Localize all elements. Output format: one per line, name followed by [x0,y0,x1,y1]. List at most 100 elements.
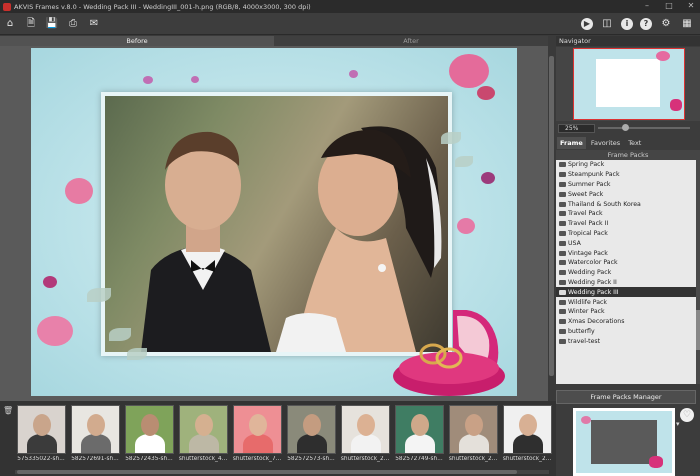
thumbnail-image[interactable] [340,405,390,454]
frame-pack-item[interactable]: Wedding Pack II [556,278,696,288]
frame-pack-item[interactable]: Watercolor Pack [556,258,696,268]
frame-pack-item[interactable]: Wedding Pack III [556,287,696,298]
compare-icon[interactable]: ◫ [600,17,614,31]
tab-before[interactable]: Before [0,36,274,46]
frame-pack-item[interactable]: Vintage Pack [556,248,696,258]
close-icon[interactable]: ✕ [684,1,698,11]
trash-icon[interactable]: 🗑 [3,406,13,415]
zoom-slider-knob[interactable] [622,124,629,131]
thumbnail-image[interactable] [16,405,66,454]
image-canvas[interactable] [0,46,548,401]
folder-icon [559,309,566,315]
folder-icon [559,162,566,168]
folder-icon [559,289,566,295]
share-icon[interactable]: ✉ [87,17,101,31]
help-icon[interactable]: ? [640,18,652,30]
thumbnail-image[interactable] [70,405,120,454]
frame-pack-item[interactable]: travel-test [556,336,696,346]
frame-pack-label: Travel Pack [568,210,603,218]
frame-pack-label: Sweet Pack [568,190,604,198]
filmstrip-thumbnail[interactable]: 575335022-sh... [15,405,67,462]
ring-box [393,310,505,396]
folder-icon [559,299,566,305]
thumbnail-image[interactable] [124,405,174,454]
run-icon[interactable]: ▶ [581,18,593,30]
frame-preview[interactable] [573,408,675,476]
frame-pack-item[interactable]: Travel Pack II [556,219,696,229]
zoom-slider[interactable] [598,124,690,131]
folder-icon [559,221,566,227]
thumbnail-label: shutterstock_7... [232,456,282,462]
thumbnail-image[interactable] [502,405,552,454]
settings-icon[interactable]: ⚙ [659,17,673,31]
thumbnail-label: shutterstock_2... [340,456,390,462]
app-window: AKVIS Frames v.8.0 - Wedding Pack III - … [0,0,700,476]
filmstrip-thumbnail[interactable]: shutterstock_4... [177,405,229,462]
thumbnail-label: shutterstock_4... [178,456,228,462]
frame-packs-header: Frame Packs [556,150,700,160]
tab-after[interactable]: After [274,36,548,46]
frame-packs-scrollbar[interactable] [696,160,700,384]
frame-pack-item[interactable]: Xmas Decorations [556,317,696,327]
tab-favorites[interactable]: Favorites [588,137,623,149]
frame-pack-item[interactable]: Winter Pack [556,307,696,317]
navigator-box[interactable] [556,47,700,121]
frame-pack-item[interactable]: Tropical Pack [556,229,696,239]
navigator-thumbnail[interactable] [573,48,685,120]
tab-text[interactable]: Text [625,137,644,149]
save-file-icon[interactable]: 💾 [45,17,59,31]
canvas-scrollbar[interactable] [548,36,555,401]
frame-packs-manager-button[interactable]: Frame Packs Manager [556,390,696,404]
zoom-row: 25% [556,122,700,134]
frame-pack-item[interactable]: Wedding Pack [556,268,696,278]
flower [65,178,93,204]
filmstrip-scrollbar[interactable] [15,470,549,474]
thumbnail-image[interactable] [394,405,444,454]
filmstrip-thumbnail[interactable]: 582572573-sh... [285,405,337,462]
title-bar: AKVIS Frames v.8.0 - Wedding Pack III - … [0,0,700,13]
tab-frame[interactable]: Frame [557,137,586,149]
folder-icon [559,338,566,344]
thumbnail-image[interactable] [448,405,498,454]
leaf [127,348,147,360]
frame-pack-label: Xmas Decorations [568,318,625,326]
filmstrip-thumbnail[interactable]: shutterstock_2... [501,405,553,462]
frame-pack-label: Wedding Pack [568,269,612,277]
folder-icon [559,181,566,187]
frame-packs-list[interactable]: Spring Pack Steampunk Pack Summer Pack Swee… [556,160,696,384]
thumbnail-image[interactable] [232,405,282,454]
print-icon[interactable]: ⎙ [66,17,80,31]
thumbnail-image[interactable] [178,405,228,454]
thumbnail-image[interactable] [286,405,336,454]
chevron-down-icon[interactable]: ▾ [676,420,680,428]
frame-pack-item[interactable]: Sweet Pack [556,189,696,199]
frame-pack-item[interactable]: Summer Pack [556,180,696,190]
minimize-icon[interactable]: – [640,1,654,11]
home-icon[interactable]: ⌂ [3,17,17,31]
frame-pack-item[interactable]: Wildlife Pack [556,297,696,307]
filmstrip-thumbnail[interactable]: 582572435-sh... [123,405,175,462]
zoom-select[interactable]: 25% [558,123,595,133]
frame-pack-label: USA [568,239,581,247]
grid-icon[interactable]: ▦ [680,17,694,31]
filmstrip-thumbnail[interactable]: shutterstock_2... [339,405,391,462]
filmstrip-thumbnail[interactable]: 582572749-sh... [393,405,445,462]
info-icon[interactable]: i [621,18,633,30]
filmstrip-thumbnail[interactable]: 582572691-sh... [69,405,121,462]
maximize-icon[interactable]: □ [662,1,676,11]
filmstrip-thumbnail[interactable]: shutterstock_2... [447,405,499,462]
frame-pack-item[interactable]: Thailand & South Korea [556,199,696,209]
open-file-icon[interactable]: 🗎 [24,17,38,31]
favorite-heart-icon[interactable]: ♡ [680,408,694,422]
toolbar: ⌂ 🗎 💾 ⎙ ✉ ▶ ◫ i ? ⚙ ▦ [0,13,700,35]
framed-photo [31,48,517,396]
frame-pack-label: Wedding Pack II [568,278,617,286]
filmstrip-thumbnail[interactable]: shutterstock_7... [231,405,283,462]
frame-pack-item[interactable]: Travel Pack [556,209,696,219]
thumbnail-label: 582572749-sh... [395,456,443,462]
frame-pack-item[interactable]: Steampunk Pack [556,170,696,180]
frame-pack-item[interactable]: Spring Pack [556,160,696,170]
frame-pack-label: Thailand & South Korea [568,200,641,208]
frame-pack-item[interactable]: USA [556,238,696,248]
frame-pack-item[interactable]: butterfly [556,327,696,337]
